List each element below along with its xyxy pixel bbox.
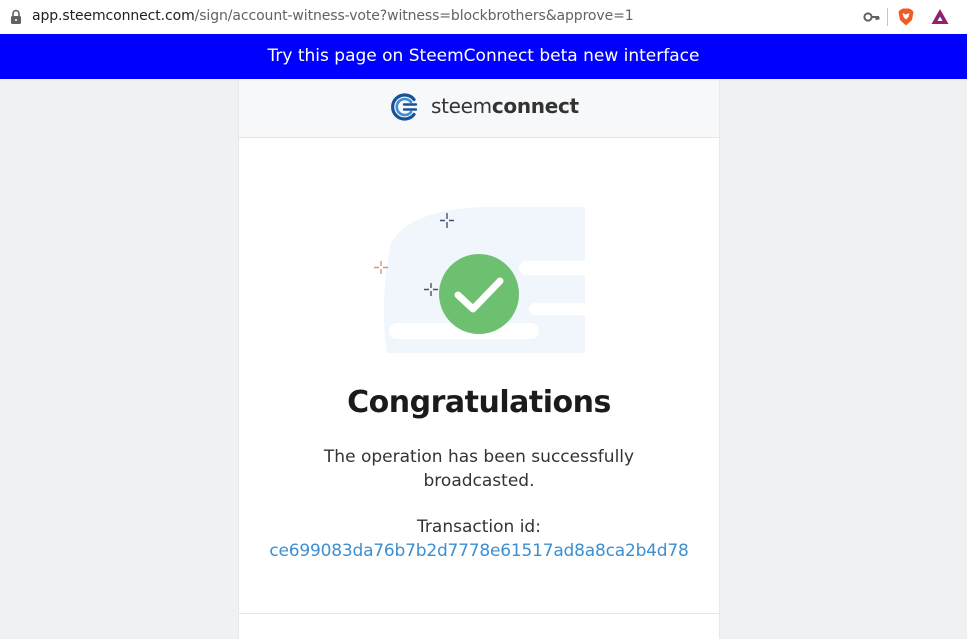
url-text[interactable]: app.steemconnect.com/sign/account-witnes… (32, 8, 634, 24)
result-card: steemconnect Congratulations The operati… (238, 79, 720, 639)
browser-address-bar[interactable]: app.steemconnect.com/sign/account-witnes… (0, 0, 967, 35)
beta-interface-banner[interactable]: Try this page on SteemConnect beta new i… (0, 34, 967, 79)
transaction-id-label: Transaction id: (417, 517, 541, 537)
brave-shields-icon[interactable] (896, 7, 916, 27)
url-host: app.steemconnect.com (32, 8, 195, 24)
logo-text-light: steem (431, 94, 492, 118)
brave-rewards-icon[interactable] (930, 7, 950, 27)
steemconnect-logo-icon (391, 93, 418, 121)
logo-text-bold: connect (491, 94, 579, 118)
transaction-id-link[interactable]: ce699083da76b7b2d7778e61517ad8a8ca2b4d78 (239, 541, 719, 561)
key-icon[interactable] (862, 7, 882, 27)
success-check-icon (439, 254, 519, 334)
lock-icon[interactable] (10, 9, 22, 25)
card-divider (239, 613, 719, 614)
steemconnect-logo-text: steemconnect (431, 94, 579, 118)
success-illustration (374, 207, 589, 353)
card-header: steemconnect (239, 79, 719, 138)
page-title: Congratulations (347, 385, 611, 420)
toolbar-separator (887, 8, 888, 26)
url-path: /sign/account-witness-vote?witness=block… (194, 8, 634, 24)
status-message: The operation has been successfully broa… (323, 447, 635, 491)
sparkle-icon (374, 261, 388, 274)
